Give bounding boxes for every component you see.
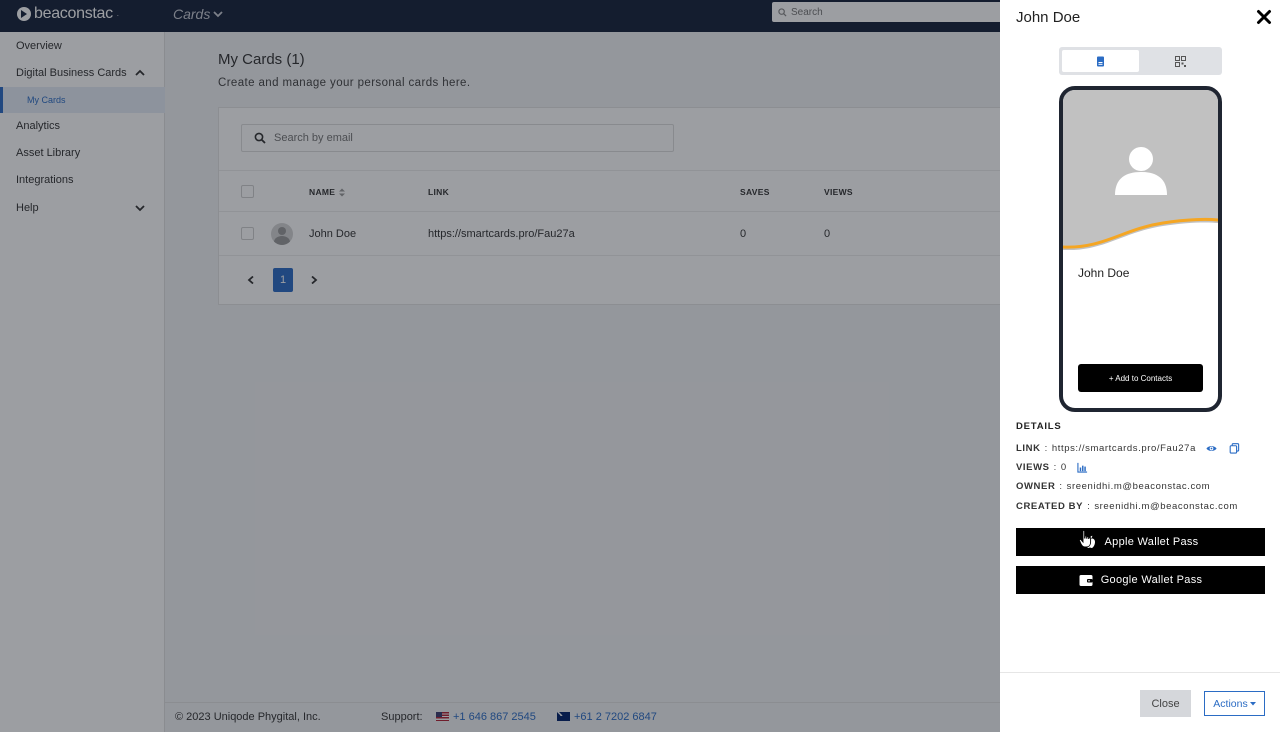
detail-owner: OWNER: sreenidhi.m@beaconstac.com [1016, 481, 1211, 492]
detail-link: LINK: https://smartcards.pro/Fau27a [1016, 443, 1240, 454]
drawer-footer: Close Actions [1000, 672, 1280, 732]
detail-created-by-value: sreenidhi.m@beaconstac.com [1094, 501, 1238, 512]
bar-chart-icon[interactable] [1077, 462, 1088, 473]
qr-code-icon [1175, 55, 1186, 67]
wallet-icon [1079, 575, 1093, 586]
card-name: John Doe [1078, 266, 1130, 280]
actions-dropdown-button[interactable]: Actions [1204, 691, 1265, 716]
detail-views-value: 0 [1060, 462, 1067, 473]
caret-down-icon [1249, 701, 1256, 705]
add-to-contacts-button[interactable]: + Add to Contacts [1078, 364, 1203, 392]
person-icon [1115, 147, 1167, 195]
card-wave-decoration [1063, 217, 1218, 254]
close-button[interactable]: Close [1140, 690, 1191, 717]
card-preview-phone: John Doe + Add to Contacts [1059, 86, 1222, 412]
qr-view-tab[interactable] [1142, 50, 1219, 72]
detail-owner-value: sreenidhi.m@beaconstac.com [1066, 481, 1211, 492]
google-wallet-pass-button[interactable]: Google Wallet Pass [1016, 566, 1265, 594]
card-icon [1097, 56, 1104, 66]
detail-views: VIEWS: 0 [1016, 462, 1088, 473]
preview-toggle [1059, 47, 1222, 75]
detail-link-value[interactable]: https://smartcards.pro/Fau27a [1052, 443, 1196, 454]
card-detail-drawer: John Doe John Doe + Add to Contacts DETA… [1000, 0, 1280, 732]
detail-created-by: CREATED BY: sreenidhi.m@beaconstac.com [1016, 501, 1238, 512]
modal-backdrop[interactable] [0, 0, 1000, 732]
drawer-title: John Doe [1016, 9, 1081, 26]
details-heading: DETAILS [1016, 421, 1062, 432]
copy-icon[interactable] [1229, 443, 1240, 454]
eye-icon[interactable] [1206, 443, 1217, 454]
card-view-tab[interactable] [1062, 50, 1139, 72]
hand-cursor-icon [1079, 530, 1092, 548]
apple-wallet-pass-button[interactable]: Apple Wallet Pass [1016, 528, 1265, 556]
close-icon[interactable] [1256, 9, 1272, 25]
